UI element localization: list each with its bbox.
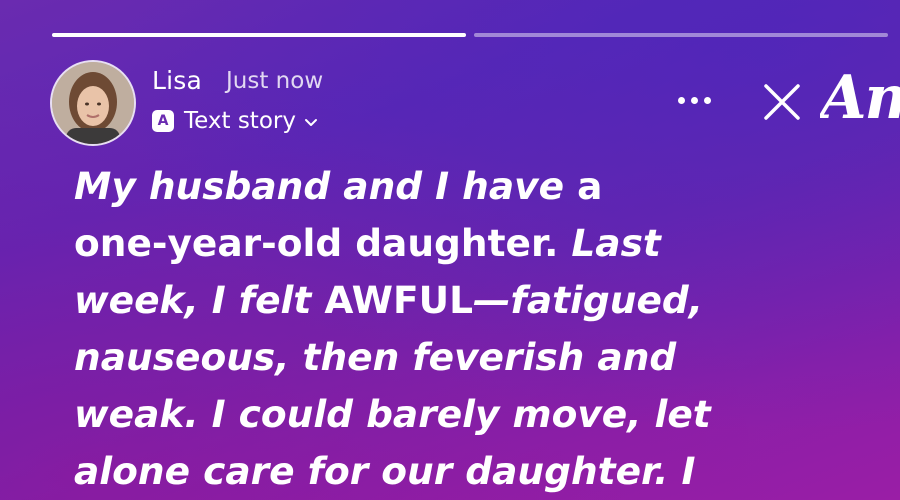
more-options-button[interactable] (668, 86, 720, 114)
story-line-5: weak. I could barely move, let (74, 392, 711, 436)
story-type-dropdown[interactable]: A Text story (152, 108, 318, 134)
story-text-emphasis: a (577, 164, 603, 208)
more-dot (690, 96, 698, 104)
user-name[interactable]: Lisa (152, 66, 202, 95)
story-text-segment: week, I felt (74, 278, 325, 322)
avatar[interactable] (52, 62, 134, 144)
progress-segment-2 (474, 33, 888, 37)
story-progress (52, 33, 888, 37)
close-icon (764, 84, 800, 120)
story-text-segment: My husband and I have (74, 164, 578, 208)
story-text-segment: —fatigued, (473, 278, 703, 322)
brand-logo: Am (820, 58, 900, 138)
more-dot (703, 96, 711, 104)
avatar-photo (52, 62, 134, 144)
story-text: My husband and I have a one-year-old dau… (74, 158, 854, 500)
story-line-1: My husband and I have a (74, 164, 602, 208)
brand-logo-text: Am (820, 63, 900, 133)
story-line-2: one-year-old daughter. Last (74, 221, 661, 265)
post-timestamp: Just now (226, 68, 324, 94)
story-type-label: Text story (184, 108, 296, 134)
story-text-emphasis: AWFUL (324, 278, 474, 322)
story-line-3: week, I felt AWFUL—fatigued, (74, 278, 703, 322)
chevron-down-icon (304, 118, 317, 126)
close-button[interactable] (760, 80, 804, 124)
progress-segment-1 (52, 33, 466, 37)
story-line-6: alone care for our daughter. I (74, 449, 696, 493)
more-horizontal-icon (677, 96, 685, 104)
story-text-emphasis: one-year-old daughter. (74, 221, 559, 265)
story-text-segment: Last (558, 221, 661, 265)
progress-fill-1 (52, 33, 466, 37)
story-line-4: nauseous, then feverish and (74, 335, 677, 379)
text-story-icon: A (152, 110, 174, 132)
